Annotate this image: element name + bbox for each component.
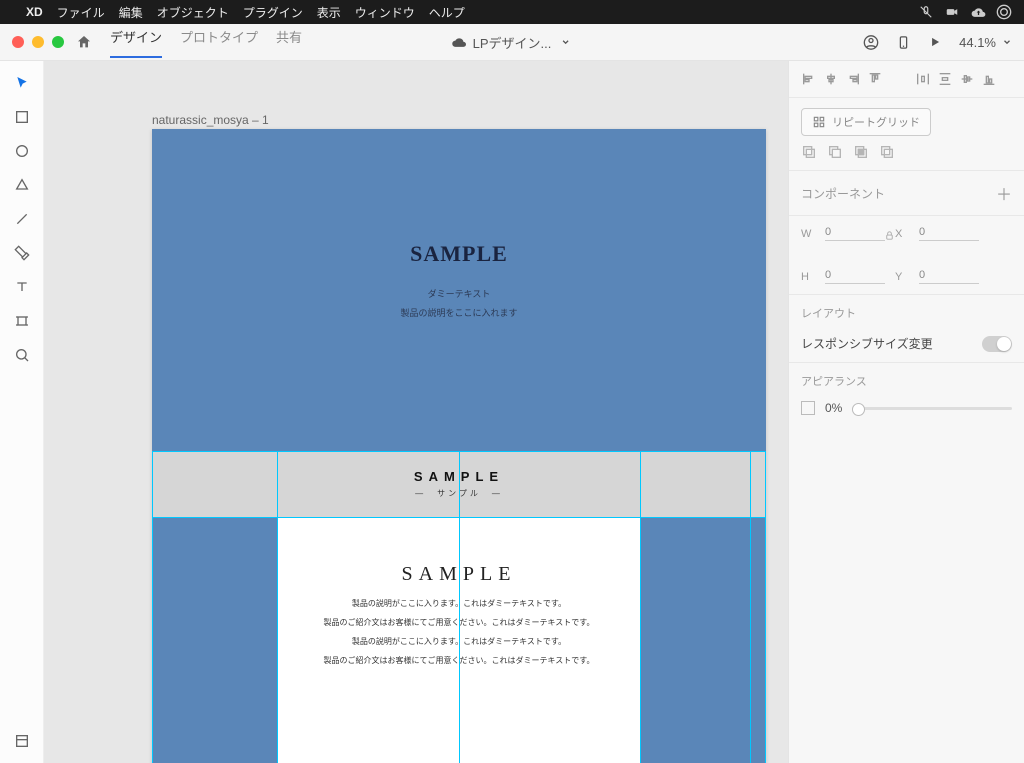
window-zoom-button[interactable] [52, 36, 64, 48]
hero-section: SAMPLE ダミーテキスト 製品の説明をここに入れます [152, 129, 766, 451]
menu-plugin[interactable]: プラグイン [243, 4, 303, 21]
x-field[interactable] [919, 226, 979, 241]
menubar-appname[interactable]: XD [26, 5, 43, 19]
section-2-left-image [152, 517, 277, 763]
component-label: コンポーネント [801, 185, 885, 202]
status-cloud-upload-icon[interactable] [970, 4, 986, 20]
mac-menubar: XD ファイル 編集 オブジェクト プラグイン 表示 ウィンドウ ヘルプ [0, 0, 1024, 24]
pathop-union-icon[interactable] [801, 144, 817, 160]
tool-assets[interactable] [14, 733, 30, 749]
hero-subtitle-2: 製品の説明をここに入れます [400, 306, 517, 319]
mode-switcher: デザイン プロトタイプ 共有 [110, 27, 302, 58]
align-right-icon[interactable] [845, 71, 861, 87]
menu-help[interactable]: ヘルプ [429, 4, 465, 21]
y-field[interactable] [919, 269, 979, 284]
app-topbar: デザイン プロトタイプ 共有 LPデザイン... 44.1% [0, 24, 1024, 61]
document-title-text: LPデザイン... [473, 33, 552, 52]
tool-select[interactable] [14, 75, 30, 91]
guide-horizontal[interactable] [152, 517, 766, 518]
transform-row: W X H Y [789, 216, 1024, 295]
zoom-control[interactable]: 44.1% [959, 35, 1012, 50]
layout-row: レイアウト レスポンシブサイズ変更 [789, 295, 1024, 363]
document-title[interactable]: LPデザイン... [451, 33, 574, 52]
responsive-label: レスポンシブサイズ変更 [801, 335, 933, 352]
align-center-h-icon[interactable] [823, 71, 839, 87]
window-minimize-button[interactable] [32, 36, 44, 48]
align-top-icon[interactable] [867, 71, 883, 87]
window-close-button[interactable] [12, 36, 24, 48]
section-2-right-image [641, 517, 766, 763]
user-icon[interactable] [863, 34, 879, 50]
h-label: H [801, 271, 815, 283]
pathop-exclude-icon[interactable] [879, 144, 895, 160]
menu-view[interactable]: 表示 [317, 4, 341, 21]
height-field[interactable] [825, 269, 885, 284]
align-bottom-icon[interactable] [981, 71, 997, 87]
menu-object[interactable]: オブジェクト [157, 4, 229, 21]
tool-pen[interactable] [14, 245, 30, 261]
align-left-icon[interactable] [801, 71, 817, 87]
align-middle-icon[interactable] [959, 71, 975, 87]
y-label: Y [895, 271, 909, 283]
tool-text[interactable] [14, 279, 30, 295]
menu-edit[interactable]: 編集 [119, 4, 143, 21]
mode-design[interactable]: デザイン [110, 27, 162, 58]
zoom-value: 44.1% [959, 35, 996, 50]
toolbar-left [0, 61, 44, 763]
tool-zoom[interactable] [14, 347, 30, 363]
status-cc-icon[interactable] [996, 4, 1012, 20]
tool-line[interactable] [14, 211, 30, 227]
pathop-subtract-icon[interactable] [827, 144, 843, 160]
mobile-preview-icon[interactable] [895, 34, 911, 50]
menu-window[interactable]: ウィンドウ [355, 4, 415, 21]
menu-file[interactable]: ファイル [57, 4, 105, 21]
mode-share[interactable]: 共有 [276, 27, 302, 58]
component-header: コンポーネント ＋ [789, 171, 1024, 216]
w-label: W [801, 228, 815, 240]
tool-artboard[interactable] [14, 313, 30, 329]
chevron-down-icon [1002, 37, 1012, 47]
blend-mode-icon[interactable] [801, 401, 815, 415]
width-field[interactable] [825, 226, 885, 241]
appearance-title: アピアランス [801, 373, 1012, 389]
home-icon[interactable] [76, 34, 92, 50]
responsive-toggle[interactable] [982, 336, 1012, 352]
repeat-grid-label: リピートグリッド [832, 114, 920, 130]
tool-ellipse[interactable] [14, 143, 30, 159]
align-row [789, 61, 1024, 98]
lock-aspect-icon[interactable] [884, 230, 895, 241]
tool-rectangle[interactable] [14, 109, 30, 125]
desktop-preview-icon[interactable] [927, 34, 943, 50]
artboard-label[interactable]: naturassic_mosya – 1 [152, 113, 269, 127]
repeat-grid-row: リピートグリッド [789, 98, 1024, 171]
guide-horizontal[interactable] [152, 451, 766, 452]
distribute-v-icon[interactable] [937, 71, 953, 87]
add-component-button[interactable]: ＋ [996, 181, 1012, 205]
window-controls [12, 36, 64, 48]
grid-icon [812, 115, 826, 129]
artboard[interactable]: SAMPLE ダミーテキスト 製品の説明をここに入れます SAMPLE — サン… [152, 129, 766, 763]
appearance-row: アピアランス 0% [789, 363, 1024, 425]
chevron-down-icon [557, 34, 573, 50]
tool-polygon[interactable] [14, 177, 30, 193]
pathop-intersect-icon[interactable] [853, 144, 869, 160]
distribute-h-icon[interactable] [915, 71, 931, 87]
hero-title: SAMPLE [400, 241, 517, 267]
opacity-slider[interactable] [852, 407, 1012, 410]
layout-title: レイアウト [801, 305, 1012, 321]
mode-prototype[interactable]: プロトタイプ [180, 27, 258, 58]
cloud-icon [451, 34, 467, 50]
property-panel: リピートグリッド コンポーネント ＋ W X H Y [788, 61, 1024, 763]
repeat-grid-button[interactable]: リピートグリッド [801, 108, 931, 136]
hero-subtitle-1: ダミーテキスト [400, 287, 517, 300]
status-camera-icon[interactable] [944, 4, 960, 20]
canvas[interactable]: naturassic_mosya – 1 SAMPLE ダミーテキスト 製品の説… [44, 61, 788, 763]
opacity-value: 0% [825, 401, 842, 415]
status-mic-off-icon [918, 4, 934, 20]
x-label: X [895, 228, 909, 240]
